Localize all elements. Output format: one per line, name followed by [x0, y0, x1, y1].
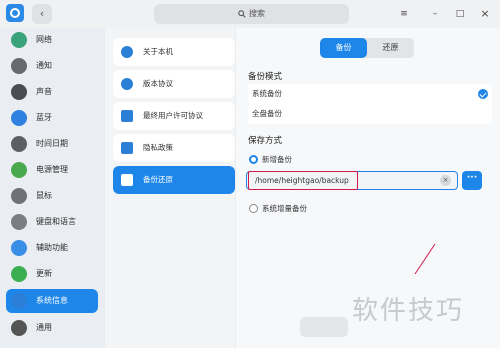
bluetooth-icon — [11, 110, 27, 126]
sidebar-item-label: 蓝牙 — [36, 113, 52, 122]
tab-restore[interactable]: 还原 — [367, 38, 414, 58]
sidebar-item-label: 通用 — [36, 323, 52, 332]
sidebar: 网络通知声音蓝牙时间日期电源管理鼠标键盘和语言辅助功能更新系统信息通用 — [0, 28, 104, 348]
sidebar-item[interactable]: 蓝牙 — [6, 106, 98, 130]
new-backup-label: 新增备份 — [262, 155, 292, 164]
sidebar-item[interactable]: 时间日期 — [6, 132, 98, 156]
panel-item[interactable]: 版本协议 — [113, 70, 235, 98]
backup-icon — [121, 174, 133, 186]
bell-icon — [11, 58, 27, 74]
accessibility-icon — [11, 240, 27, 256]
mouse-icon — [11, 188, 27, 204]
new-backup-radio[interactable] — [249, 155, 258, 164]
sidebar-item-label: 辅助功能 — [36, 243, 68, 252]
document-icon — [121, 110, 133, 122]
tab-backup[interactable]: 备份 — [320, 38, 367, 58]
watermark-text: 软件技巧 — [352, 296, 465, 326]
annotation-line — [414, 243, 436, 275]
sidebar-item[interactable]: 更新 — [6, 262, 98, 286]
close-button[interactable]: × — [478, 7, 492, 21]
start-backup-button[interactable] — [300, 317, 348, 337]
menu-button[interactable]: ≡ — [397, 7, 411, 21]
system-backup-label: 系统备份 — [252, 89, 282, 98]
clock-icon — [11, 136, 27, 152]
sidebar-item-label: 键盘和语言 — [36, 217, 76, 226]
info-icon — [121, 46, 133, 58]
system-backup-option[interactable]: 系统备份 — [248, 84, 492, 104]
search-input[interactable]: 搜索 — [154, 4, 349, 24]
sidebar-item[interactable]: 电源管理 — [6, 158, 98, 182]
search-icon — [238, 10, 246, 18]
battery-icon — [11, 162, 27, 178]
backup-mode-title: 备份模式 — [248, 72, 283, 82]
backup-restore-switch: 备份 还原 — [320, 38, 414, 58]
save-method-title: 保存方式 — [248, 136, 283, 146]
panel-item-label: 隐私政策 — [143, 143, 173, 152]
sidebar-item[interactable]: 键盘和语言 — [6, 210, 98, 234]
back-button[interactable]: ‹ — [32, 4, 52, 24]
maximize-button[interactable]: □ — [453, 7, 467, 21]
panel-item[interactable]: 隐私政策 — [113, 134, 235, 162]
path-highlight-box — [248, 171, 358, 190]
minimize-button[interactable]: – — [428, 7, 442, 21]
browse-button[interactable]: ··· — [462, 171, 482, 190]
full-disk-backup-label: 全盘备份 — [252, 109, 282, 118]
update-icon — [11, 266, 27, 282]
network-icon — [11, 32, 27, 48]
panel-item[interactable]: 最终用户许可协议 — [113, 102, 235, 130]
keyboard-icon — [11, 214, 27, 230]
sidebar-item[interactable]: 鼠标 — [6, 184, 98, 208]
sidebar-item-label: 更新 — [36, 269, 52, 278]
sidebar-item-label: 系统信息 — [36, 296, 68, 305]
settings-app-icon — [6, 4, 24, 22]
clear-icon[interactable]: × — [440, 175, 451, 186]
sidebar-item[interactable]: 辅助功能 — [6, 236, 98, 260]
checkmark-icon — [478, 89, 488, 99]
panel-item[interactable]: 备份还原 — [113, 166, 235, 194]
title-bar: ‹ 搜索 ≡ – □ × — [0, 0, 500, 28]
panel-item-label: 备份还原 — [143, 175, 173, 184]
full-disk-backup-option[interactable]: 全盘备份 — [248, 104, 492, 124]
sidebar-item[interactable]: 声音 — [6, 80, 98, 104]
panel-item-label: 版本协议 — [143, 79, 173, 88]
panel-item[interactable]: 关于本机 — [113, 38, 235, 66]
sidebar-item[interactable]: 系统信息 — [6, 289, 98, 313]
sidebar-item-label: 电源管理 — [36, 165, 68, 174]
sidebar-item-label: 网络 — [36, 35, 52, 44]
incremental-backup-label: 系统增量备份 — [262, 204, 307, 213]
system-info-panel: 关于本机版本协议最终用户许可协议 隐私政策备份还原 — [105, 28, 235, 348]
copyright-icon — [121, 78, 133, 90]
monitor-icon — [11, 293, 27, 309]
general-icon — [11, 320, 27, 336]
privacy-icon — [121, 142, 133, 154]
sidebar-item-label: 通知 — [36, 61, 52, 70]
sidebar-item-label: 鼠标 — [36, 191, 52, 200]
sidebar-item-label: 时间日期 — [36, 139, 68, 148]
incremental-backup-radio[interactable] — [249, 204, 258, 213]
search-placeholder: 搜索 — [249, 9, 265, 18]
sidebar-item[interactable]: 网络 — [6, 28, 98, 52]
speaker-icon — [11, 84, 27, 100]
panel-item-label: 关于本机 — [143, 47, 173, 56]
panel-item-label: 最终用户许可协议 — [143, 111, 203, 120]
sidebar-item-label: 声音 — [36, 87, 52, 96]
sidebar-item[interactable]: 通用 — [6, 316, 98, 340]
sidebar-item[interactable]: 通知 — [6, 54, 98, 78]
